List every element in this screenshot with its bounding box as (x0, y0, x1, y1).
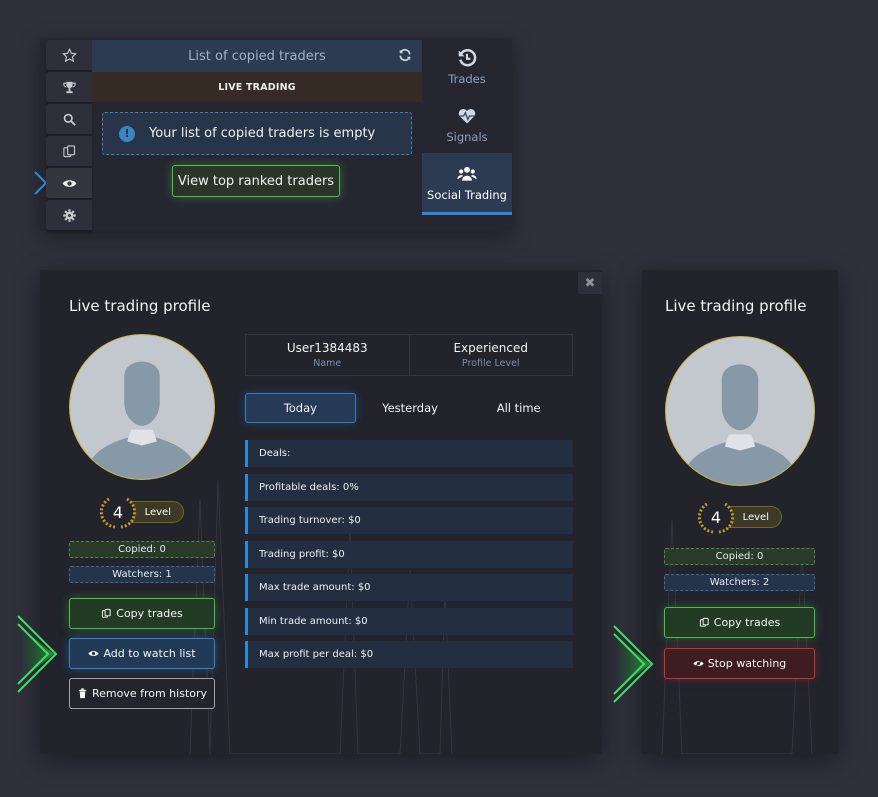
profile-panel-main: Live trading profile 4 Level Copied: 0 W… (40, 270, 602, 754)
gear-icon (62, 208, 76, 222)
eye-slash-icon (693, 659, 704, 668)
favorites-button[interactable] (46, 40, 92, 70)
pointer-arrow-icon (613, 625, 654, 703)
trophy-icon (62, 81, 76, 93)
profile-title: Live trading profile (665, 297, 807, 315)
pointer-arrow-icon (17, 615, 58, 693)
nav-trades-label: Trades (448, 72, 486, 86)
period-tabs: Today Yesterday All time (245, 393, 573, 423)
remove-from-history-button[interactable]: Remove from history (69, 678, 215, 709)
info-icon: ! (119, 125, 135, 142)
remove-from-history-label: Remove from history (91, 687, 208, 700)
watchers-count: Watchers: 2 (664, 574, 815, 591)
close-button[interactable]: ✖ (578, 272, 602, 294)
leaderboard-button[interactable] (46, 72, 92, 102)
refresh-icon[interactable] (398, 48, 412, 62)
stat-max-trade-amount: Max trade amount: $0 (245, 574, 573, 601)
nav-signals[interactable]: Signals (422, 96, 512, 153)
stat-profitable-deals: Profitable deals: 0% (245, 473, 573, 501)
eye-icon (62, 179, 76, 187)
view-top-ranked-button[interactable]: View top ranked traders (172, 165, 340, 197)
heart-pulse-icon (458, 108, 476, 123)
panel-header: List of copied traders (92, 40, 422, 72)
copied-traders-panel: List of copied traders LIVE TRADING ! Yo… (92, 40, 422, 231)
profile-title: Live trading profile (69, 297, 211, 315)
level-badge: 4 Level (697, 501, 782, 534)
stop-watching-label: Stop watching (707, 657, 787, 670)
search-icon (63, 113, 76, 126)
trader-name-cell: User1384483 Name (246, 335, 409, 375)
laurel-icon (99, 497, 137, 529)
search-button[interactable] (46, 104, 92, 134)
profile-level-label: Profile Level (461, 358, 520, 369)
nav-trades[interactable]: Trades (422, 38, 512, 96)
history-icon (458, 49, 477, 67)
eye-icon (88, 651, 100, 656)
stop-watching-button[interactable]: Stop watching (664, 648, 815, 679)
copy-trading-button[interactable] (46, 136, 92, 166)
copy-trades-label: Copy trades (713, 616, 781, 629)
add-to-watch-list-button[interactable]: Add to watch list (69, 638, 215, 669)
panel-title: List of copied traders (188, 48, 326, 64)
users-icon (457, 166, 477, 181)
nav-social-trading-label: Social Trading (427, 187, 507, 202)
stat-trading-profit: Trading profit: $0 (245, 540, 573, 568)
nav-signals-label: Signals (446, 129, 488, 144)
side-toolbar (34, 38, 92, 231)
add-to-watch-list-label: Add to watch list (103, 647, 196, 660)
stat-min-trade-amount: Min trade amount: $0 (245, 607, 573, 635)
copy-trades-button[interactable]: Copy trades (69, 598, 215, 629)
watch-list-button[interactable] (46, 168, 92, 198)
tab-today[interactable]: Today (245, 393, 356, 423)
stat-trading-turnover: Trading turnover: $0 (245, 507, 573, 534)
profile-level-value: Experienced (453, 341, 529, 355)
profile-level-cell: Experienced Profile Level (408, 335, 573, 375)
watchers-count: Watchers: 1 (69, 566, 215, 583)
user-silhouette-icon (681, 364, 799, 485)
trader-name-value: User1384483 (286, 341, 368, 355)
nav-social-trading[interactable]: Social Trading (422, 153, 512, 215)
empty-list-notice: ! Your list of copied traders is empty (102, 112, 412, 155)
stat-max-profit-per-deal: Max profit per deal: $0 (245, 641, 573, 668)
user-silhouette-icon (84, 361, 200, 479)
avatar (69, 334, 215, 480)
copy-trades-button[interactable]: Copy trades (664, 607, 815, 638)
tab-all-time[interactable]: All time (464, 393, 573, 423)
empty-list-message: Your list of copied traders is empty (149, 126, 376, 141)
copy-trades-label: Copy trades (116, 607, 183, 620)
profile-panel-side: Live trading profile 4 Level Copied: 0 W… (642, 270, 838, 754)
copy-icon (62, 144, 75, 157)
stat-deals: Deals: (245, 440, 573, 467)
copied-count: Copied: 0 (664, 548, 815, 565)
right-nav: Trades Signals Social Trading (422, 38, 512, 231)
trading-stats-list: Deals: Profitable deals: 0% Trading turn… (245, 440, 573, 675)
copied-traders-widget: List of copied traders LIVE TRADING ! Yo… (34, 38, 512, 231)
trader-info-table: User1384483 Name Experienced Profile Lev… (245, 334, 573, 376)
trader-name-label: Name (313, 358, 342, 369)
trash-icon (78, 688, 87, 699)
copied-count: Copied: 0 (69, 541, 215, 558)
avatar (665, 336, 815, 486)
copy-icon (102, 608, 111, 618)
laurel-icon (697, 502, 735, 534)
tab-yesterday[interactable]: Yesterday (356, 393, 465, 423)
live-trading-label: LIVE TRADING (92, 72, 422, 102)
level-badge: 4 Level (99, 496, 184, 529)
copy-icon (699, 617, 709, 627)
settings-button[interactable] (46, 200, 92, 230)
star-icon (61, 47, 77, 62)
